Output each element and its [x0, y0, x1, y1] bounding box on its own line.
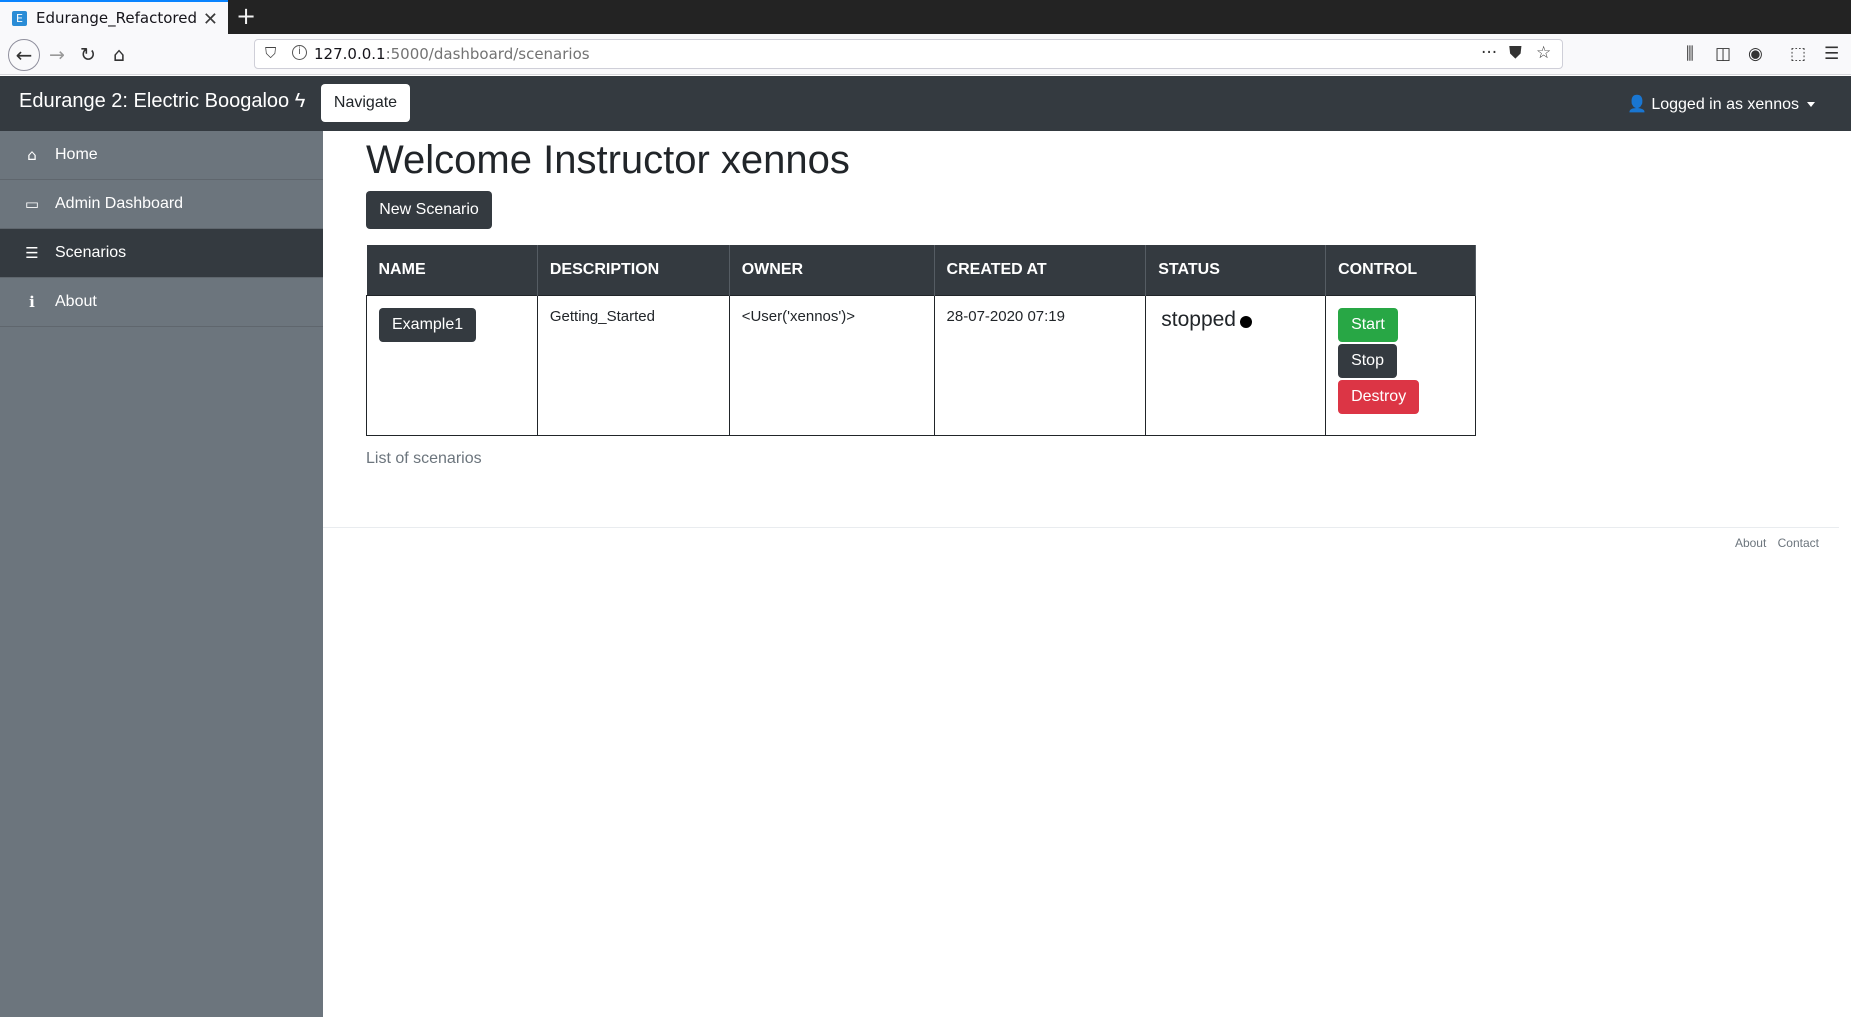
footer-contact-link[interactable]: Contact: [1778, 536, 1819, 550]
stop-button[interactable]: Stop: [1338, 343, 1397, 378]
site-info-icon[interactable]: i: [292, 45, 307, 60]
cell-name: Example1: [366, 294, 538, 436]
column-header-control: CONTROL: [1325, 245, 1476, 295]
column-header-owner: OWNER: [729, 245, 935, 295]
cell-description: Getting_Started: [536, 294, 730, 436]
footer-links: About Contact: [1727, 536, 1819, 550]
url-bar[interactable]: ⛉ i 127.0.0.1:5000/dashboard/scenarios ·…: [254, 39, 1563, 69]
pocket-icon[interactable]: ⛊: [1509, 43, 1522, 63]
shield-icon[interactable]: ⛉: [265, 44, 276, 62]
column-header-description: DESCRIPTION: [537, 245, 730, 295]
extensions-icon[interactable]: ⬚: [1790, 44, 1806, 64]
sidebar-item-scenarios[interactable]: ☰ Scenarios: [0, 229, 323, 278]
cell-status: stopped: [1145, 294, 1327, 436]
user-menu[interactable]: 👤 Logged in as xennos: [1627, 94, 1815, 114]
list-icon: ☰: [25, 244, 39, 262]
url-path: :5000/dashboard/scenarios: [385, 45, 590, 63]
page-actions-icon[interactable]: ···: [1481, 43, 1497, 63]
url-host: 127.0.0.1: [314, 45, 386, 63]
status-text: stopped: [1161, 307, 1236, 331]
scenario-name-button[interactable]: Example1: [379, 307, 477, 342]
column-header-created-at: CREATED AT: [934, 245, 1147, 295]
home-icon: ⌂: [27, 146, 37, 164]
scrollbar[interactable]: [1839, 131, 1851, 1017]
library-icon[interactable]: ⫼: [1686, 44, 1694, 64]
bolt-icon: ϟ: [294, 90, 306, 112]
menu-icon[interactable]: ☰: [1824, 44, 1839, 64]
footer-about-link[interactable]: About: [1735, 536, 1766, 550]
sidebar: ⌂ Home ▭ Admin Dashboard ☰ Scenarios ℹ A…: [0, 131, 323, 1017]
user-label: Logged in as xennos: [1651, 96, 1799, 113]
close-tab-icon[interactable]: ✕: [203, 9, 218, 30]
new-tab-icon[interactable]: +: [236, 2, 256, 30]
sidebar-item-label: About: [55, 293, 97, 310]
back-icon[interactable]: ←: [8, 39, 40, 71]
brand-text: Edurange 2: Electric Boogaloo: [19, 90, 290, 112]
cell-control: Start Stop Destroy: [1325, 294, 1476, 436]
status-dot-icon: [1239, 315, 1252, 328]
page-title: Welcome Instructor xennos: [366, 138, 850, 182]
navigate-button[interactable]: Navigate: [321, 84, 410, 122]
new-scenario-button[interactable]: New Scenario: [366, 191, 492, 229]
sidebar-item-label: Admin Dashboard: [55, 195, 184, 212]
browser-tab[interactable]: E Edurange_Refactored ✕: [0, 0, 228, 34]
sidebar-item-admin-dashboard[interactable]: ▭ Admin Dashboard: [0, 180, 323, 229]
sidebar-toggle-icon[interactable]: ◫: [1715, 44, 1731, 64]
monitor-icon: ▭: [24, 195, 40, 213]
table-header-row: NAME DESCRIPTION OWNER CREATED AT STATUS…: [366, 245, 1476, 295]
tab-title: Edurange_Refactored: [36, 9, 197, 27]
table-caption: List of scenarios: [366, 450, 482, 467]
chevron-down-icon: [1807, 102, 1815, 108]
main-content: Welcome Instructor xennos New Scenario N…: [323, 131, 1839, 1017]
reload-icon[interactable]: ↻: [75, 42, 101, 68]
cell-created-at: 28-07-2020 07:19: [933, 294, 1147, 436]
sidebar-item-label: Scenarios: [55, 244, 127, 261]
table-row: Example1 Getting_Started <User('xennos')…: [366, 294, 1476, 436]
scenarios-table: NAME DESCRIPTION OWNER CREATED AT STATUS…: [366, 245, 1476, 436]
destroy-button[interactable]: Destroy: [1338, 379, 1420, 414]
footer-divider: [323, 527, 1839, 528]
forward-icon[interactable]: →: [44, 42, 70, 68]
favicon-icon: E: [12, 10, 27, 26]
user-icon: 👤: [1626, 96, 1647, 113]
url-text[interactable]: 127.0.0.1:5000/dashboard/scenarios: [314, 45, 590, 63]
start-button[interactable]: Start: [1338, 307, 1398, 342]
info-icon: ℹ: [29, 293, 35, 311]
sidebar-item-home[interactable]: ⌂ Home: [0, 131, 323, 180]
column-header-status: STATUS: [1145, 245, 1327, 295]
browser-toolbar: ← → ↻ ⌂ ⛉ i 127.0.0.1:5000/dashboard/sce…: [0, 34, 1851, 75]
brand[interactable]: Edurange 2: Electric Boogaloo ϟ: [19, 90, 305, 113]
column-header-name: NAME: [366, 245, 538, 295]
cell-owner: <User('xennos')>: [728, 294, 935, 436]
app-navbar: Edurange 2: Electric Boogaloo ϟ Navigate…: [0, 76, 1851, 131]
account-icon[interactable]: ◉: [1748, 44, 1763, 64]
browser-tabbar: E Edurange_Refactored ✕ +: [0, 0, 1851, 34]
bookmark-star-icon[interactable]: ☆: [1536, 43, 1551, 63]
sidebar-item-about[interactable]: ℹ About: [0, 278, 323, 327]
sidebar-item-label: Home: [55, 146, 98, 163]
home-page-icon[interactable]: ⌂: [106, 42, 132, 68]
